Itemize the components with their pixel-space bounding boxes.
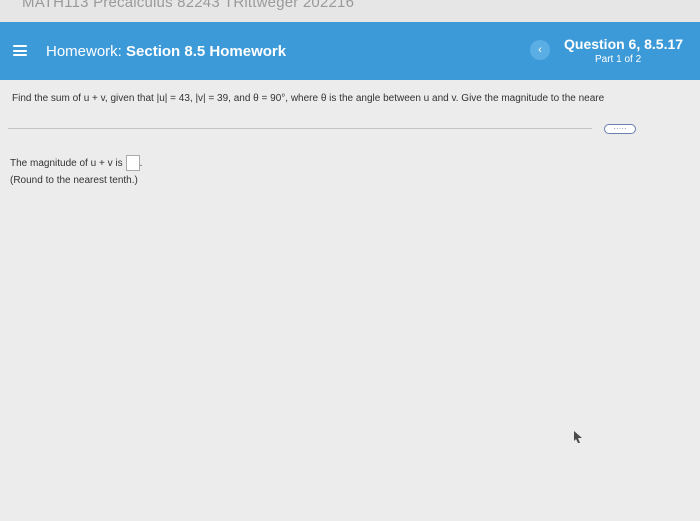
answer-suffix: . xyxy=(139,157,143,169)
rounding-instruction: (Round to the nearest tenth.) xyxy=(10,175,138,186)
divider xyxy=(8,128,592,129)
more-options-button[interactable]: ····· xyxy=(604,124,636,134)
question-number: Question 6, 8.5.17 xyxy=(564,36,684,52)
answer-input[interactable] xyxy=(125,155,140,171)
homework-prefix: Homework: xyxy=(46,43,122,60)
homework-header: Homework: Section 8.5 Homework ‹ Questio… xyxy=(0,22,700,80)
homework-section: Section 8.5 Homework xyxy=(126,43,287,60)
course-top-bar: MATH113 Precalculus 82243 TRittweger 202… xyxy=(0,0,700,22)
mouse-pointer-icon xyxy=(572,430,584,449)
part-indicator: Part 1 of 2 xyxy=(595,54,642,65)
hamburger-menu-icon[interactable] xyxy=(13,45,27,56)
course-name: MATH113 Precalculus 82243 TRittweger 202… xyxy=(22,0,355,11)
homework-title: Homework: Section 8.5 Homework xyxy=(46,43,286,60)
answer-label: The magnitude of u + v is xyxy=(10,157,123,169)
answer-line: The magnitude of u + v is . xyxy=(10,155,142,171)
previous-question-button[interactable]: ‹ xyxy=(530,40,550,60)
chevron-left-icon: ‹ xyxy=(538,44,542,56)
problem-prompt: Find the sum of u + v, given that |u| = … xyxy=(12,93,605,104)
